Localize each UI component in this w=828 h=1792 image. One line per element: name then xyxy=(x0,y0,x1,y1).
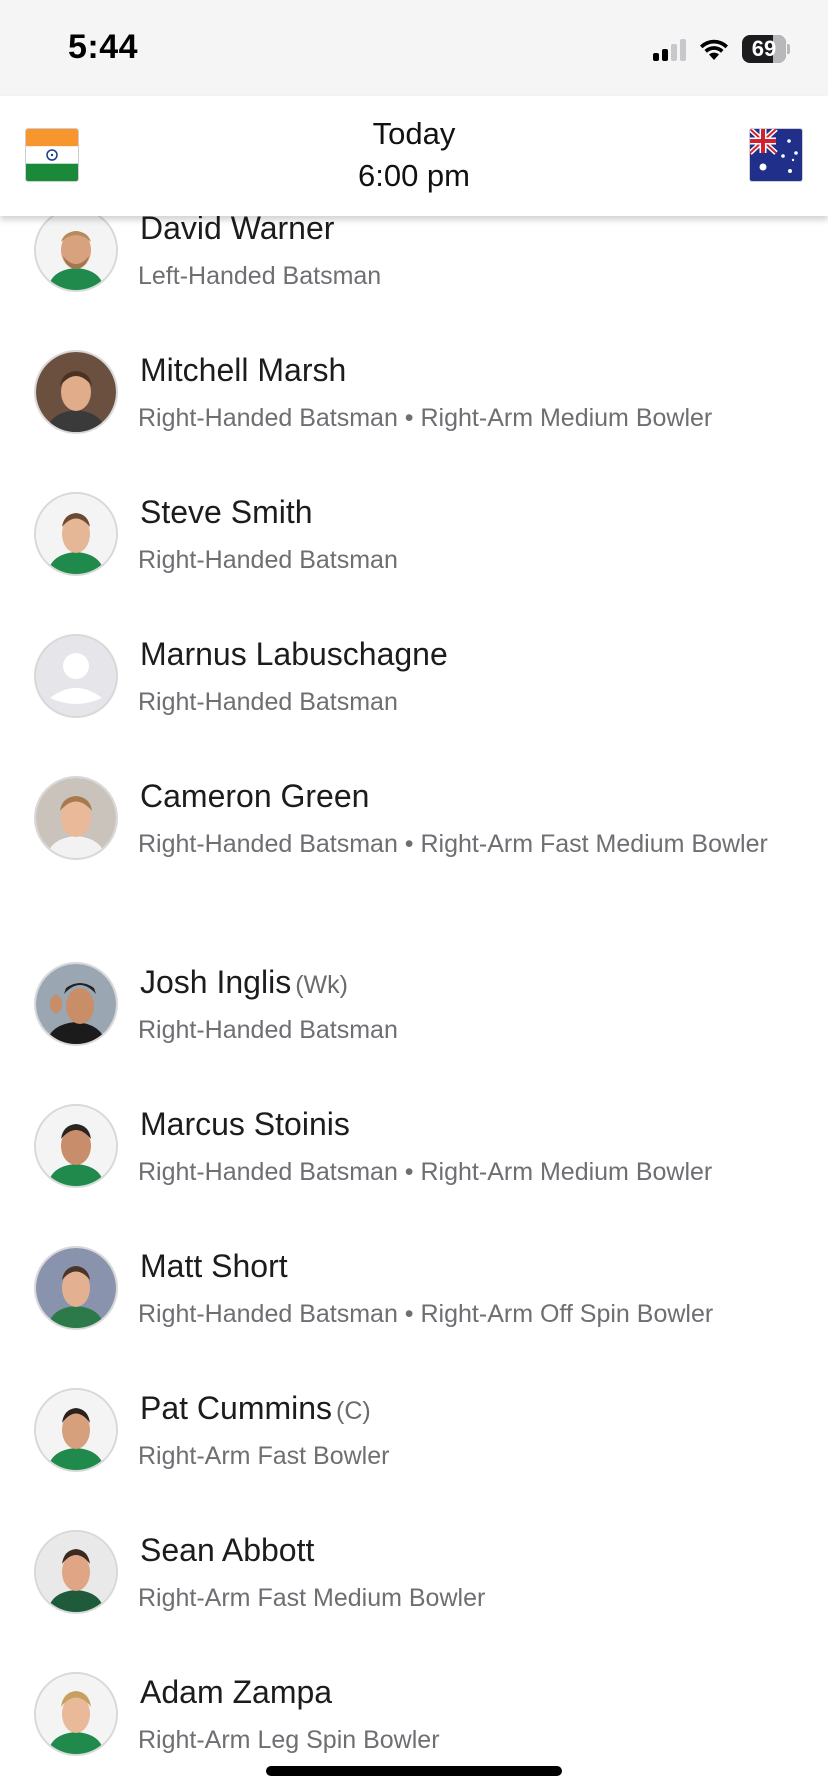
player-role: Right-Handed Batsman xyxy=(138,1016,398,1044)
match-time: 6:00 pm xyxy=(357,158,470,193)
player-name: Cameron Green xyxy=(140,778,370,814)
player-avatar xyxy=(34,1104,118,1188)
player-avatar xyxy=(34,1530,118,1614)
status-icons: 69 xyxy=(653,34,790,64)
match-header: Today 6:00 pm xyxy=(0,96,828,216)
cellular-signal-icon xyxy=(653,37,686,61)
player-role: Right-Handed Batsman xyxy=(138,688,398,716)
player-name: Adam Zampa xyxy=(140,1674,333,1710)
player-avatar xyxy=(34,216,118,292)
status-time: 5:44 xyxy=(68,28,139,66)
player-role: Left-Handed Batsman xyxy=(138,262,382,290)
player-name: Matt Short xyxy=(140,1248,288,1284)
player-name: David Warner xyxy=(140,216,335,246)
player-name: Pat Cummins (C) xyxy=(140,1390,371,1426)
player-name: Mitchell Marsh xyxy=(140,352,347,388)
home-indicator[interactable] xyxy=(266,1766,562,1776)
player-avatar xyxy=(34,1672,118,1756)
player-role: Right-Handed Batsman • Right-Arm Off Spi… xyxy=(138,1300,714,1328)
player-role: Right-Handed Batsman • Right-Arm Medium … xyxy=(138,1158,713,1186)
battery-level: 69 xyxy=(751,36,777,61)
player-avatar xyxy=(34,1246,118,1330)
player-role: Right-Arm Leg Spin Bowler xyxy=(138,1726,440,1754)
player-role: Right-Handed Batsman • Right-Arm Fast Me… xyxy=(138,830,768,858)
player-name: Josh Inglis (Wk) xyxy=(140,964,348,1000)
wifi-icon xyxy=(700,39,728,60)
player-list[interactable]: David Warner Left-Handed Batsman Mitchel… xyxy=(0,216,828,1792)
player-name: Marcus Stoinis xyxy=(140,1106,350,1142)
status-bar: 5:44 69 xyxy=(0,0,828,96)
match-day: Today xyxy=(372,116,456,151)
player-avatar xyxy=(34,492,118,576)
player-role: Right-Handed Batsman • Right-Arm Medium … xyxy=(138,404,713,432)
player-avatar xyxy=(34,350,118,434)
player-name: Marnus Labuschagne xyxy=(140,636,448,672)
player-name: Sean Abbott xyxy=(140,1532,315,1568)
player-avatar xyxy=(34,962,118,1046)
australia-flag-icon[interactable] xyxy=(749,128,803,182)
player-role: Right-Handed Batsman xyxy=(138,546,398,574)
placeholder-avatar-icon xyxy=(34,634,118,718)
player-role: Right-Arm Fast Bowler xyxy=(138,1442,390,1470)
player-avatar xyxy=(34,1388,118,1472)
player-role: Right-Arm Fast Medium Bowler xyxy=(138,1584,486,1612)
player-name: Steve Smith xyxy=(140,494,313,530)
battery-icon: 69 xyxy=(742,35,790,63)
player-avatar xyxy=(34,776,118,860)
